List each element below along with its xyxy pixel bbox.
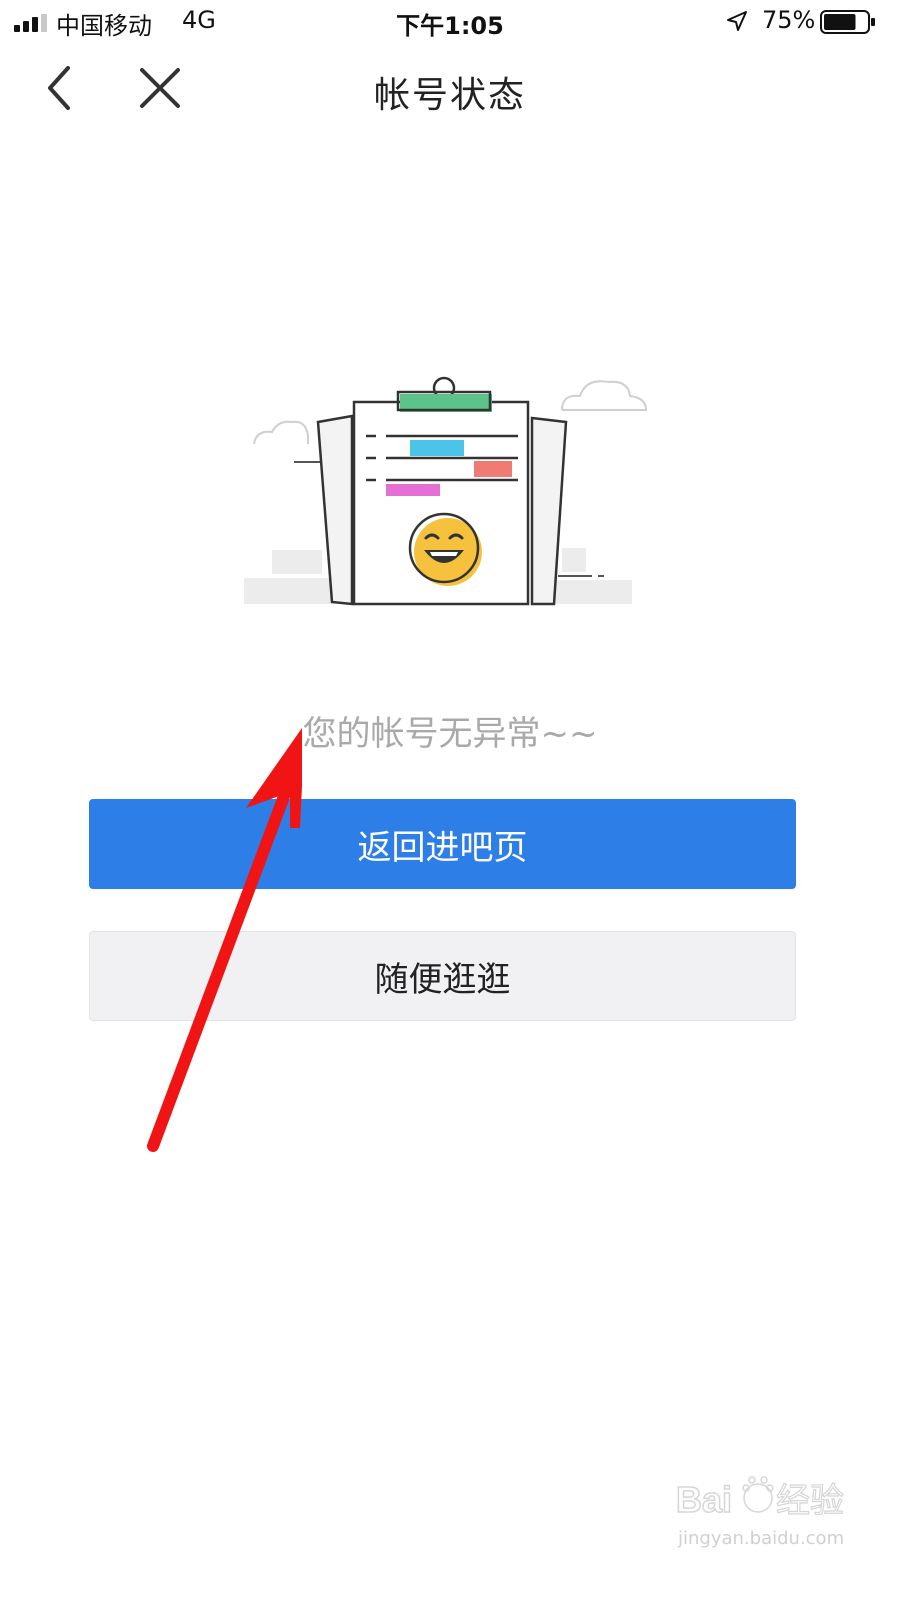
account-ok-illustration	[244, 376, 648, 606]
cloud-icon	[561, 380, 648, 411]
nav-bar: 帐号状态	[0, 52, 900, 128]
return-tieba-button[interactable]: 返回进吧页	[89, 799, 796, 889]
baidu-jingyan-logo-icon: Bai 经验	[675, 1476, 845, 1521]
browse-around-button[interactable]: 随便逛逛	[89, 931, 796, 1021]
svg-text:Bai: Bai	[676, 1479, 732, 1520]
baidu-jingyan-watermark: Bai 经验 jingyan.baidu.com	[672, 1468, 872, 1558]
page-title: 帐号状态	[373, 75, 526, 116]
account-status-message: 您的帐号无异常~~	[302, 714, 598, 754]
location-arrow-icon	[727, 11, 747, 31]
watermark-url: jingyan.baidu.com	[678, 1528, 845, 1549]
battery-level-fill	[824, 14, 856, 30]
battery-percent: 75%	[762, 6, 816, 34]
svg-text:经验: 经验	[776, 1482, 844, 1520]
browse-around-button-label: 随便逛逛	[374, 959, 511, 1000]
battery-icon	[820, 10, 875, 34]
status-bar: 中国移动 4G 下午1:05 75%	[0, 0, 900, 44]
cloud-icon	[253, 420, 309, 445]
return-tieba-button-label: 返回进吧页	[357, 827, 528, 868]
